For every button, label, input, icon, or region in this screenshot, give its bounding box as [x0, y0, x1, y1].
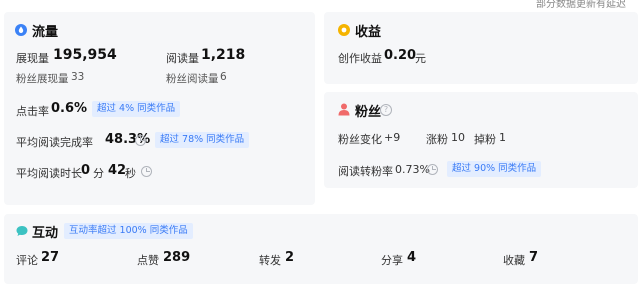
fan-change-label: 粉丝变化: [338, 133, 382, 146]
ctr-label: 点击率: [16, 105, 49, 118]
fan-loss-label: 掉粉: [474, 133, 496, 146]
reads-value: 1,218: [201, 47, 246, 63]
fan-reads-label: 粉丝阅读量: [166, 73, 219, 85]
droplet-icon: [15, 24, 27, 36]
fan-gain-value: 10: [451, 131, 465, 144]
help-icon[interactable]: ?: [380, 104, 392, 116]
reposts-label: 转发: [259, 254, 281, 267]
coin-icon: [338, 24, 350, 36]
interaction-card: 互动 互动率超过 100% 同类作品 评论 27 点赞 289 转发 2 分享 …: [4, 214, 638, 284]
shares-label: 分享: [381, 254, 403, 267]
duration-label: 平均阅读时长: [16, 167, 82, 180]
clock-icon: [135, 135, 146, 146]
conversion-tag: 超过 90% 同类作品: [447, 161, 542, 177]
conversion-label: 阅读转粉率: [338, 165, 393, 178]
clock-icon: [427, 164, 438, 175]
fan-impressions-label: 粉丝展现量: [16, 73, 69, 85]
fan-change-value: +9: [384, 131, 401, 144]
comments-label: 评论: [16, 254, 38, 267]
traffic-title: 流量: [32, 25, 59, 40]
duration-min-value: 0: [81, 163, 91, 178]
user-icon: [338, 103, 350, 116]
reads-label: 阅读量: [166, 52, 199, 65]
data-delay-note: 部分数据更新有延迟: [536, 0, 626, 10]
impressions-label: 展现量: [16, 52, 49, 65]
reposts-value: 2: [285, 250, 295, 265]
fans-title: 粉丝: [355, 105, 382, 120]
interaction-title: 互动: [32, 226, 59, 241]
fan-reads-value: 6: [220, 71, 227, 83]
ctr-value: 0.6%: [51, 101, 88, 116]
fan-loss-value: 1: [499, 131, 506, 144]
likes-label: 点赞: [137, 254, 159, 267]
income-title: 收益: [355, 25, 382, 40]
fan-gain-label: 涨粉: [426, 133, 448, 146]
duration-min-unit: 分: [93, 167, 104, 180]
comments-value: 27: [41, 250, 60, 265]
income-card: 收益 创作收益 0.20 元: [324, 12, 638, 84]
clock-icon: [141, 166, 152, 177]
completion-label: 平均阅读完成率: [16, 136, 93, 149]
conversion-value: 0.73%: [395, 163, 430, 176]
fan-impressions-value: 33: [71, 71, 85, 83]
interaction-tag: 互动率超过 100% 同类作品: [64, 223, 193, 239]
traffic-card: 流量 展现量 195,954 阅读量 1,218 粉丝展现量 33 粉丝阅读量 …: [4, 12, 315, 205]
income-value: 0.20: [384, 48, 417, 63]
favorites-value: 7: [529, 250, 539, 265]
income-unit: 元: [415, 52, 426, 65]
income-label: 创作收益: [338, 52, 382, 65]
completion-tag: 超过 78% 同类作品: [155, 132, 250, 148]
shares-value: 4: [407, 250, 417, 265]
duration-sec-unit: 秒: [125, 167, 136, 180]
chat-bubble-icon: [16, 226, 28, 236]
ctr-tag: 超过 4% 同类作品: [92, 101, 181, 117]
likes-value: 289: [163, 250, 191, 265]
favorites-label: 收藏: [503, 254, 525, 267]
impressions-value: 195,954: [53, 47, 117, 63]
duration-sec-value: 42: [108, 163, 127, 178]
fans-card: 粉丝 ? 粉丝变化 +9 涨粉 10 掉粉 1 阅读转粉率 0.73% 超过 9…: [324, 92, 638, 188]
